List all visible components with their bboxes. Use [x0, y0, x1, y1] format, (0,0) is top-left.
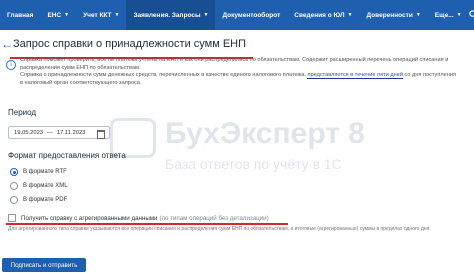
format-option-rtf[interactable]: В формате RTF [10, 167, 67, 177]
watermark: БухЭксперт 8 База ответов по учёту в 1С [110, 112, 450, 182]
nav-item-powers-of-attorney[interactable]: Доверенности ▼ [360, 0, 428, 30]
aggregate-label: Получить справку с агрегированными данны… [21, 214, 269, 222]
top-navigation: Главная ЕНС ▼ Учет ККТ ▼ Заявления. Запрос… [0, 0, 474, 30]
watermark-title: БухЭксперт 8 [165, 117, 365, 150]
title-row: ← Запрос справки о принадлежности сумм Е… [0, 37, 474, 53]
period-to: 17.11.2023 [56, 129, 86, 136]
nav-item-docflow[interactable]: Документооборот [215, 0, 287, 30]
format-option-xml[interactable]: В формате XML [10, 181, 68, 191]
sign-and-send-button[interactable]: Подписать и отправить [2, 258, 86, 272]
calendar-icon[interactable] [97, 130, 105, 139]
aggregate-checkbox[interactable] [8, 214, 16, 222]
caret-down-icon: ▼ [347, 12, 353, 18]
caret-down-icon: ▼ [203, 12, 209, 18]
info-icon: i [6, 60, 16, 70]
nav-item-home[interactable]: Главная [0, 0, 40, 30]
aggregate-underline [6, 223, 288, 225]
nav-item-requests[interactable]: Заявления. Запросы ▼ [126, 0, 216, 30]
radio-button[interactable] [10, 196, 18, 204]
search-icon[interactable] [468, 6, 474, 24]
format-option-pdf[interactable]: В формате PDF [10, 195, 67, 205]
nav-item-ens[interactable]: ЕНС ▼ [40, 0, 76, 30]
nav-item-kkt[interactable]: Учет ККТ ▼ [76, 0, 126, 30]
caret-down-icon: ▼ [456, 12, 462, 18]
footnote-text: Для агрегированного типа справки указыва… [8, 226, 431, 232]
watermark-subtitle: База ответов по учёту в 1С [165, 156, 342, 172]
period-separator: — [47, 129, 53, 136]
format-label: Формат предоставления ответа [8, 151, 126, 160]
period-date-range-input[interactable]: 19.05.2023 — 17.11.2023 [8, 126, 110, 139]
page-title: Запрос справки о принадлежности сумм ЕНП [13, 38, 247, 50]
radio-button[interactable] [10, 168, 18, 176]
arrow-left-icon[interactable]: ← [1, 38, 13, 50]
info-paragraph-2: Справка о принадлежности сумм денежных с… [20, 72, 456, 86]
period-from: 19.05.2023 [14, 129, 44, 136]
term-highlight: представляется в течение пяти дней [307, 72, 403, 79]
caret-down-icon: ▼ [415, 12, 421, 18]
radio-button[interactable] [10, 182, 18, 190]
nav-item-more[interactable]: Еще... ▼ [428, 0, 469, 30]
period-label: Период [8, 108, 37, 117]
aggregate-option[interactable]: Получить справку с агрегированными данны… [8, 213, 269, 223]
info-paragraph-1: Справка поможет проверить, все ли платеж… [20, 57, 449, 71]
caret-down-icon: ▼ [114, 12, 120, 18]
caret-down-icon: ▼ [64, 12, 70, 18]
nav-item-company-info[interactable]: Сведения о ЮЛ ▼ [287, 0, 359, 30]
